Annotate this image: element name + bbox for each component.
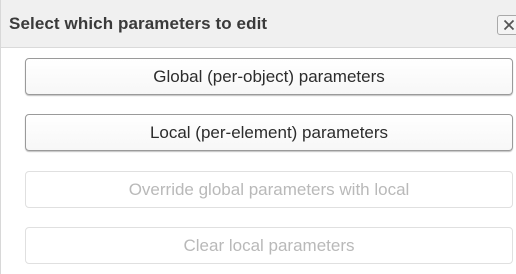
override-global-label: Override global parameters with local: [128, 179, 410, 199]
parameters-dialog: Select which parameters to edit Global (…: [0, 0, 516, 274]
global-parameters-button[interactable]: Global (per-object) parameters: [25, 58, 513, 95]
global-parameters-label: Global (per-object) parameters: [153, 66, 385, 86]
override-global-button[interactable]: Override global parameters with local: [25, 171, 513, 208]
dialog-titlebar[interactable]: Select which parameters to edit: [1, 0, 516, 48]
local-parameters-label: Local (per-element) parameters: [149, 122, 389, 142]
close-icon: [503, 19, 515, 31]
clear-local-button[interactable]: Clear local parameters: [25, 227, 513, 264]
close-button[interactable]: [497, 15, 516, 35]
clear-local-label: Clear local parameters: [183, 235, 355, 255]
dialog-title: Select which parameters to edit: [9, 14, 268, 33]
local-parameters-button[interactable]: Local (per-element) parameters: [25, 114, 513, 151]
